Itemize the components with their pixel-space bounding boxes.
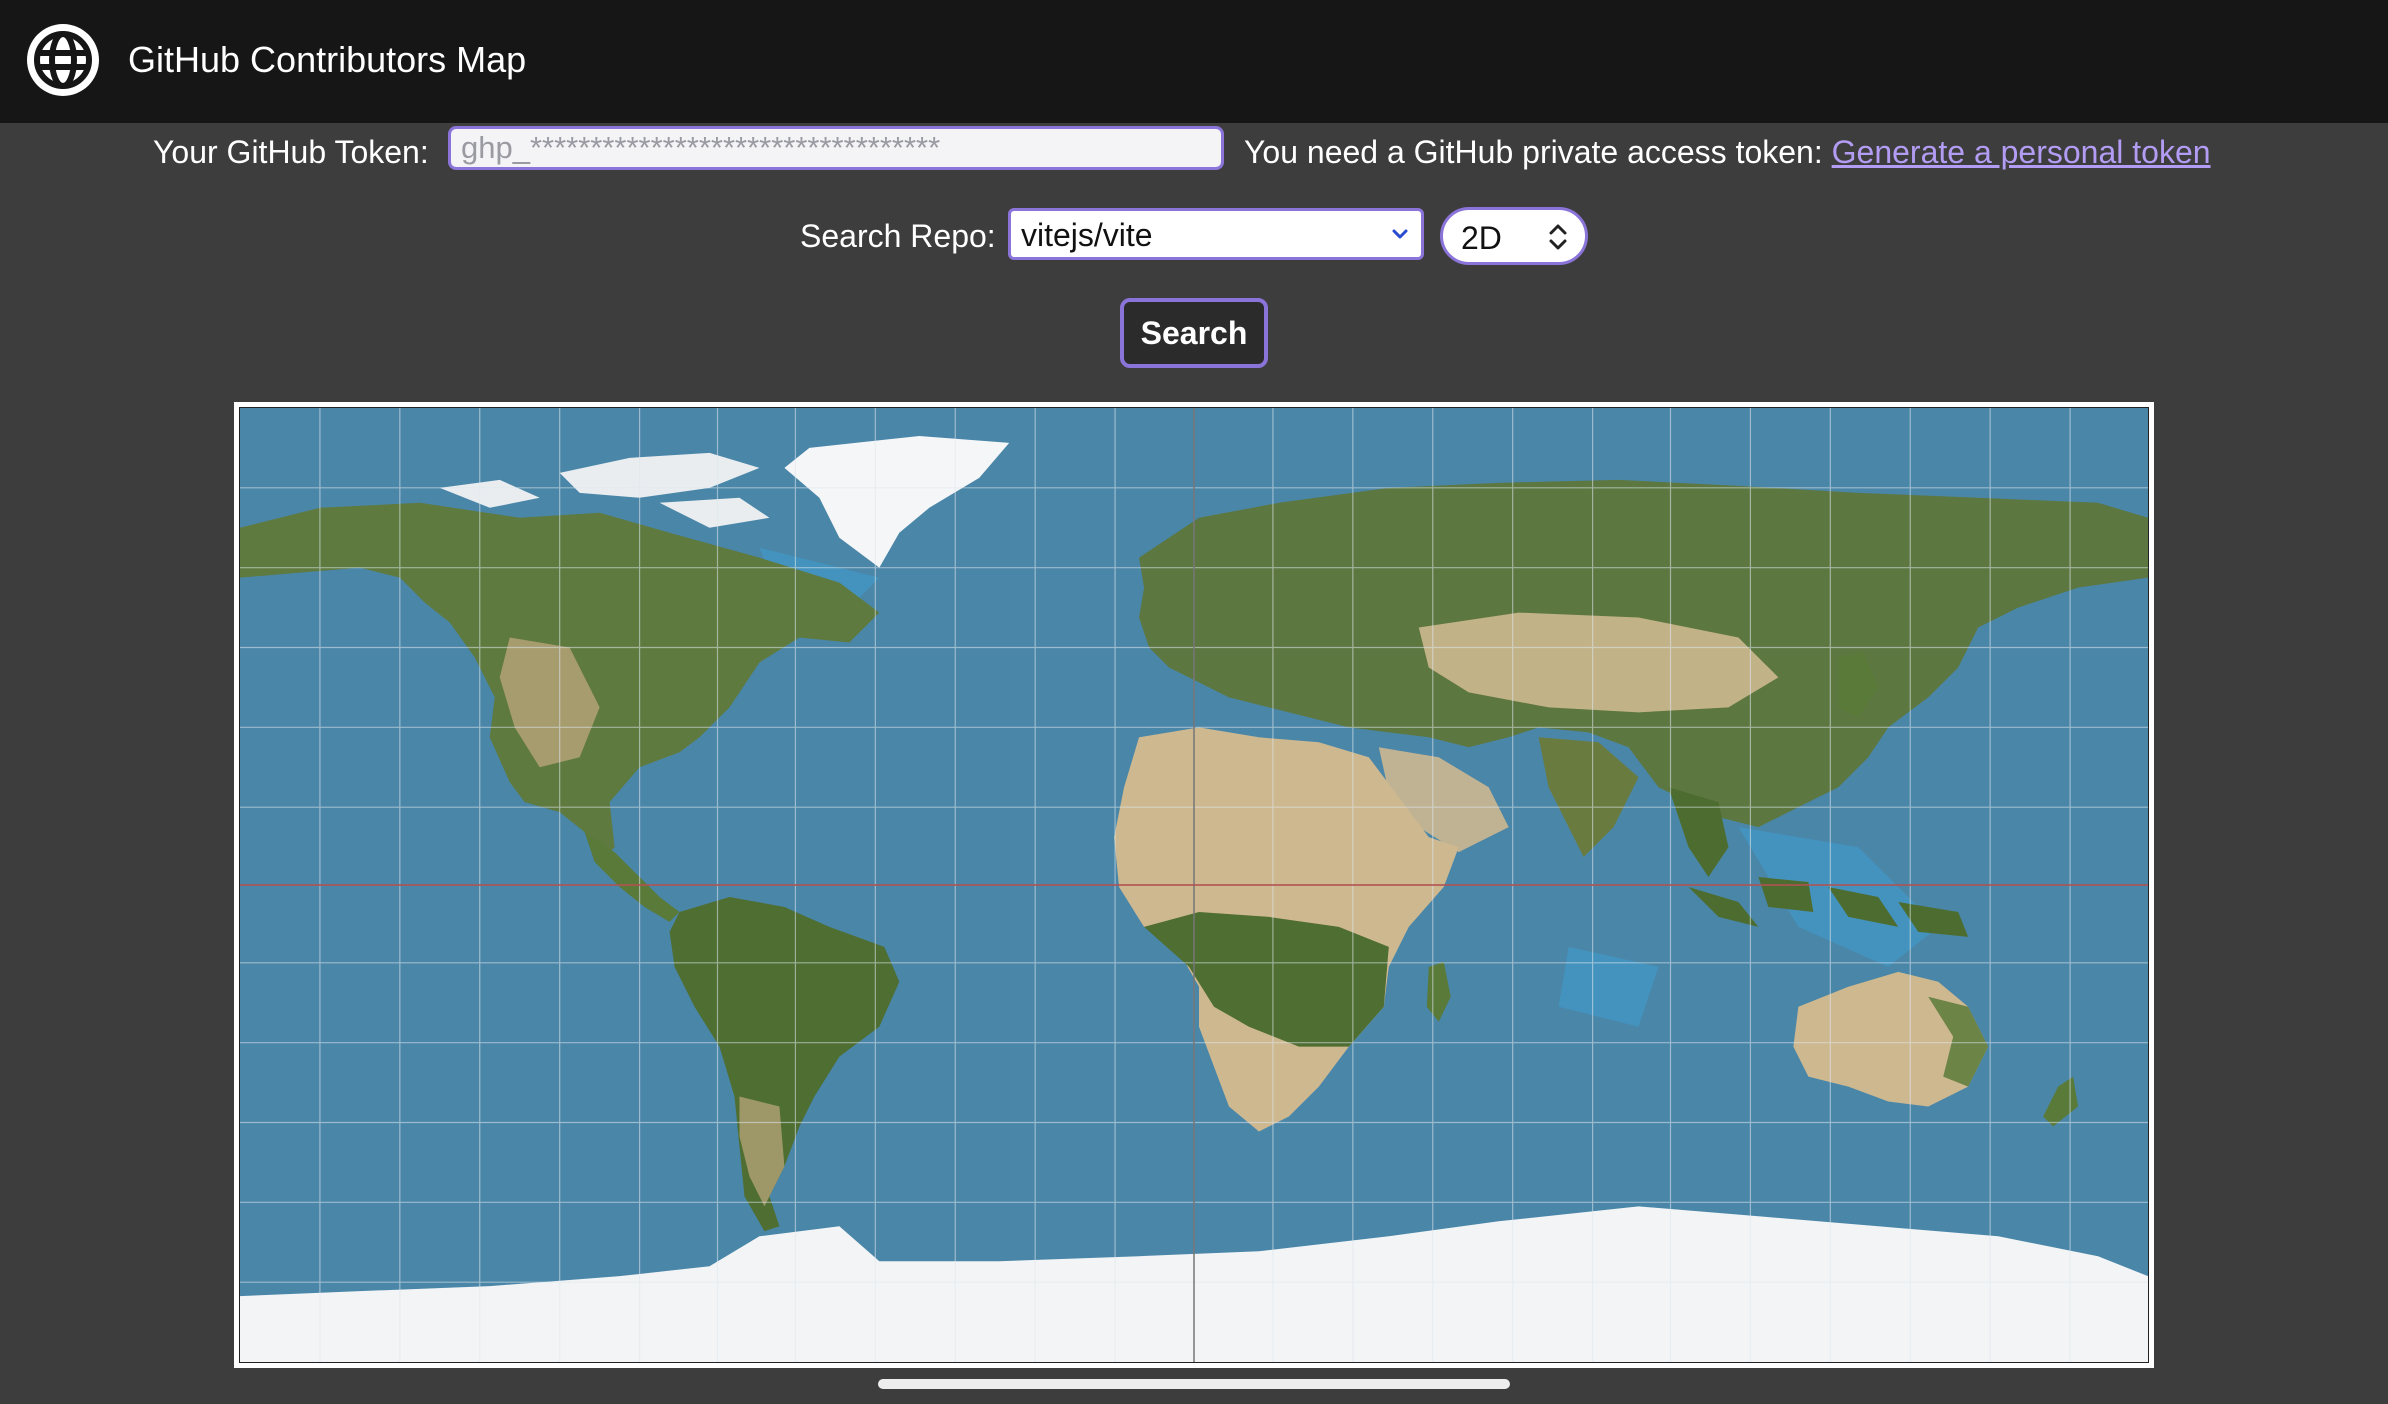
repo-label: Search Repo: (800, 218, 996, 254)
token-note-text: You need a GitHub private access token: (1244, 134, 1823, 170)
repo-select[interactable]: vitejs/vite (1008, 208, 1424, 260)
generate-token-link[interactable]: Generate a personal token (1832, 134, 2211, 170)
chevron-updown-icon (1549, 224, 1567, 250)
repo-select-value: vitejs/vite (1021, 217, 1153, 253)
search-button[interactable]: Search (1120, 298, 1268, 368)
token-input[interactable] (448, 126, 1224, 170)
view-mode-select[interactable]: 2D (1440, 207, 1588, 265)
token-row: Your GitHub Token: You need a GitHub pri… (0, 124, 2388, 178)
world-map[interactable] (234, 402, 2154, 1368)
token-label: Your GitHub Token: (153, 134, 429, 170)
app-title: GitHub Contributors Map (128, 39, 527, 80)
view-mode-value: 2D (1461, 220, 1502, 256)
scroll-indicator[interactable] (878, 1379, 1510, 1389)
token-note: You need a GitHub private access token: … (1244, 130, 2211, 174)
chevron-down-icon (1392, 229, 1408, 239)
world-map-canvas[interactable] (239, 407, 2149, 1363)
app-header: GitHub Contributors Map (0, 0, 2388, 123)
globe-icon[interactable] (26, 23, 100, 97)
